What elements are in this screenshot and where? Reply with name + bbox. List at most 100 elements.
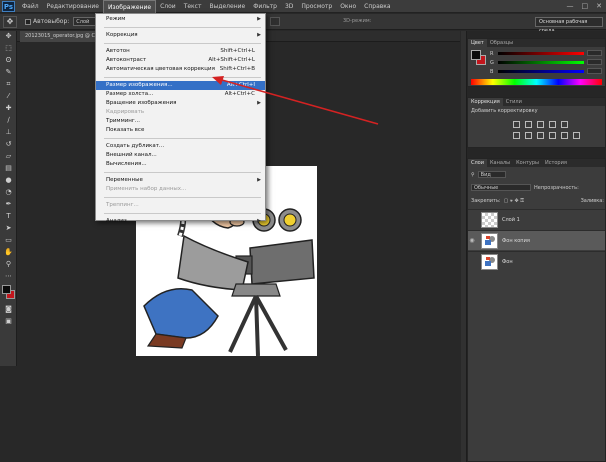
red-slider[interactable] — [498, 52, 584, 55]
filter-search-icon: ⚲ — [471, 171, 475, 178]
green-slider[interactable] — [498, 61, 584, 64]
image-menu-item[interactable]: Размер холста... Alt+Ctrl+C — [96, 90, 265, 99]
blend-mode-dropdown[interactable]: Обычные — [471, 184, 531, 191]
more-tools-icon[interactable]: ⋯ — [2, 272, 15, 281]
move-tool-icon[interactable]: ✥ — [2, 32, 15, 41]
menu-separator — [104, 43, 261, 44]
black-white-icon[interactable] — [537, 132, 544, 139]
menu-filter[interactable]: Фильтр — [249, 0, 281, 13]
eraser-tool-icon[interactable]: ▱ — [2, 152, 15, 161]
path-select-icon[interactable]: ➤ — [2, 224, 15, 233]
color-swatches[interactable] — [1, 285, 16, 301]
layer-row[interactable]: Фон — [468, 251, 605, 271]
image-menu-item: Применить набор данных... — [96, 185, 265, 194]
lasso-tool-icon[interactable]: ʘ — [2, 56, 15, 65]
image-menu-item[interactable]: Переменные ▶ — [96, 176, 265, 185]
vibrance-icon[interactable] — [561, 121, 568, 128]
image-menu-item[interactable]: Внешний канал... — [96, 151, 265, 160]
type-tool-icon[interactable]: T — [2, 212, 15, 221]
tab-paths[interactable]: Контуры — [513, 159, 542, 167]
menu-help[interactable]: Справка — [360, 0, 394, 13]
move-tool-preset-icon[interactable]: ✥ — [3, 15, 17, 28]
menu-select[interactable]: Выделение — [205, 0, 249, 13]
menu-file[interactable]: Файл — [18, 0, 43, 13]
zoom-tool-icon[interactable]: ⚲ — [2, 260, 15, 269]
layer-kind-filter[interactable]: Вид — [477, 171, 506, 178]
menu-window[interactable]: Окно — [336, 0, 360, 13]
clone-stamp-icon[interactable]: ⊥ — [2, 128, 15, 137]
menu-edit[interactable]: Редактирование — [43, 0, 103, 13]
crop-tool-icon[interactable]: ⌗ — [2, 80, 15, 89]
tab-styles[interactable]: Стили — [503, 98, 525, 106]
tab-adjustments[interactable]: Коррекция — [468, 98, 503, 106]
tab-history[interactable]: История — [542, 159, 570, 167]
maximize-icon[interactable]: □ — [582, 2, 589, 10]
color-balance-icon[interactable] — [525, 132, 532, 139]
image-menu-item[interactable]: Коррекция ▶ — [96, 31, 265, 40]
menu-view[interactable]: Просмотр — [297, 0, 336, 13]
layer-name[interactable]: Фон копия — [502, 238, 530, 244]
eyedropper-tool-icon[interactable]: ⁄ — [2, 92, 15, 101]
image-menu-item[interactable]: Показать все — [96, 126, 265, 135]
image-menu-item[interactable]: Режим ▶ — [96, 15, 265, 24]
green-value-field[interactable] — [587, 59, 602, 65]
color-lookup-icon[interactable] — [573, 132, 580, 139]
image-menu-item[interactable]: Вычисления... — [96, 160, 265, 169]
layer-name[interactable]: Слой 1 — [502, 217, 520, 223]
tab-color[interactable]: Цвет — [468, 39, 487, 47]
hue-saturation-icon[interactable] — [513, 132, 520, 139]
image-menu-item[interactable]: Вращение изображения ▶ — [96, 99, 265, 108]
close-icon[interactable]: ✕ — [596, 2, 602, 10]
brush-tool-icon[interactable]: ∕ — [2, 116, 15, 125]
image-menu-item[interactable]: Анализ ▶ — [96, 217, 265, 226]
tab-channels[interactable]: Каналы — [487, 159, 513, 167]
dodge-tool-icon[interactable]: ◔ — [2, 188, 15, 197]
minimize-icon[interactable]: — — [567, 2, 574, 10]
gradient-tool-icon[interactable]: ▤ — [2, 164, 15, 173]
image-menu-item[interactable]: Тримминг... — [96, 117, 265, 126]
channel-mixer-icon[interactable] — [561, 132, 568, 139]
red-value-field[interactable] — [587, 50, 602, 56]
autoselect-checkbox[interactable] — [25, 18, 31, 25]
levels-icon[interactable] — [525, 121, 532, 128]
panel-foreground-swatch[interactable] — [471, 50, 481, 60]
tab-layers[interactable]: Слои — [468, 159, 487, 167]
pen-tool-icon[interactable]: ✒ — [2, 200, 15, 209]
history-brush-icon[interactable]: ↺ — [2, 140, 15, 149]
brightness-icon[interactable] — [513, 121, 520, 128]
screen-mode-icon[interactable]: ▣ — [2, 317, 15, 326]
image-menu-item[interactable]: Автоконтраст Alt+Shift+Ctrl+L — [96, 56, 265, 65]
layer-row[interactable]: ◉ Фон копия — [468, 230, 605, 250]
menu-separator — [104, 138, 261, 139]
workspace-dropdown[interactable]: Основная рабочая среда — [535, 17, 603, 34]
lock-icons[interactable]: ▢ ⚹ ✥ ⚿ — [504, 198, 525, 204]
blue-value-field[interactable] — [587, 68, 602, 74]
menu-3d[interactable]: 3D — [281, 0, 297, 13]
color-spectrum[interactable] — [471, 79, 602, 85]
menu-image[interactable]: Изображение — [102, 0, 157, 13]
marquee-tool-icon[interactable]: ⬚ — [2, 44, 15, 53]
tab-swatches[interactable]: Образцы — [487, 39, 516, 47]
healing-brush-icon[interactable]: ✚ — [2, 104, 15, 113]
image-menu-item[interactable]: Создать дубликат... — [96, 142, 265, 151]
menu-layers[interactable]: Слои — [156, 0, 180, 13]
blue-slider[interactable] — [498, 70, 584, 73]
layer-name[interactable]: Фон — [502, 259, 513, 265]
image-menu-item[interactable]: Автоматическая цветовая коррекция Shift+C… — [96, 65, 265, 74]
image-menu-item[interactable]: Размер изображения... Alt+Ctrl+I — [96, 81, 265, 90]
photo-filter-icon[interactable] — [549, 132, 556, 139]
eye-icon[interactable]: ◉ — [468, 237, 476, 244]
layer-row[interactable]: Слой 1 — [468, 209, 605, 229]
image-menu-item[interactable]: Автотон Shift+Ctrl+L — [96, 47, 265, 56]
foreground-color-swatch[interactable] — [2, 285, 11, 294]
align-right-icon[interactable] — [270, 17, 280, 26]
quick-mask-icon[interactable]: ◙ — [2, 305, 15, 314]
layer-thumbnail — [481, 253, 498, 270]
curves-icon[interactable] — [537, 121, 544, 128]
hand-tool-icon[interactable]: ✋ — [2, 248, 15, 257]
menu-text[interactable]: Текст — [180, 0, 206, 13]
shape-tool-icon[interactable]: ▭ — [2, 236, 15, 245]
quick-select-tool-icon[interactable]: ✎ — [2, 68, 15, 77]
exposure-icon[interactable] — [549, 121, 556, 128]
blur-tool-icon[interactable]: ● — [2, 176, 15, 185]
